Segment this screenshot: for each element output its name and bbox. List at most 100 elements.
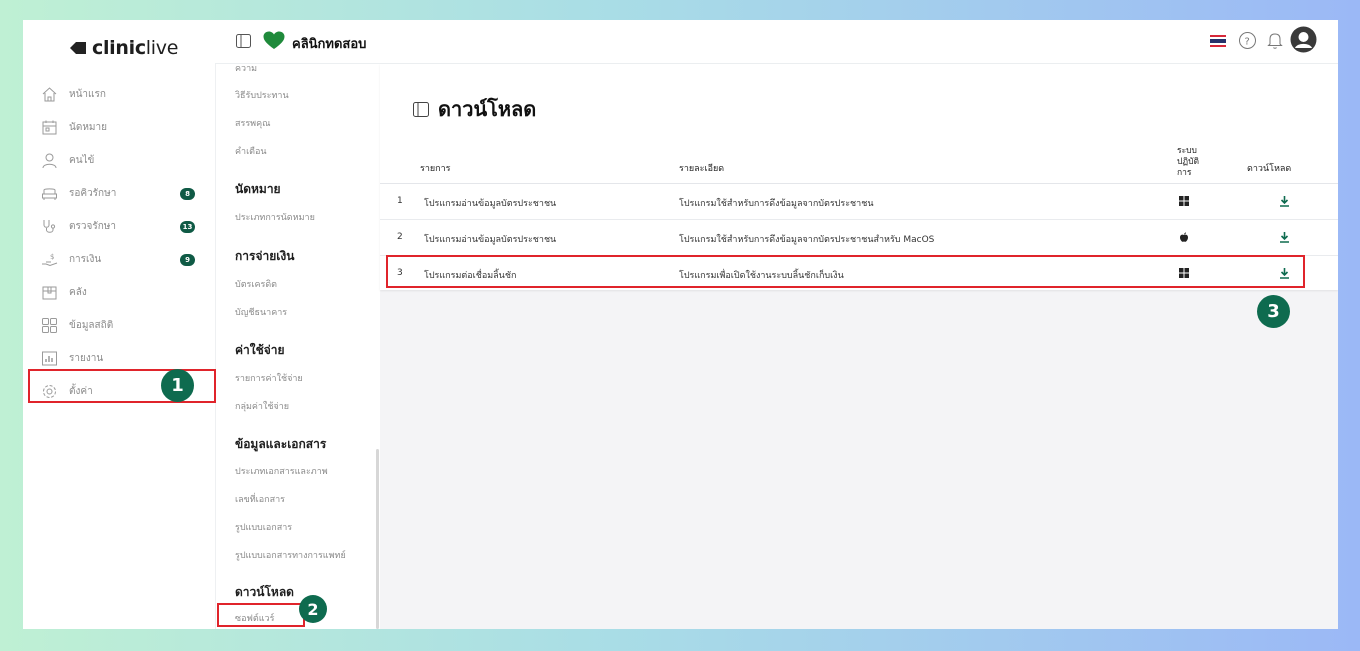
- sidebar-item-label: ตรวจรักษา: [69, 221, 116, 232]
- sofa-icon: [41, 185, 58, 202]
- sidebar-item-label: นัดหมาย: [69, 122, 107, 133]
- bar-chart-icon: [41, 350, 58, 367]
- sidebar-item-queue[interactable]: รอคิวรักษา 8: [23, 177, 215, 210]
- settings-item-software[interactable]: ซอฟต์แวร์: [235, 611, 274, 625]
- sidebar-item-inventory[interactable]: คลัง: [23, 276, 215, 309]
- calendar-icon: [41, 119, 58, 136]
- clinic-name[interactable]: คลินิกทดสอบ: [292, 33, 366, 54]
- stethoscope-icon: [41, 218, 58, 235]
- table-row: 1 โปรแกรมอ่านข้อมูลบัตรประชาชน โปรแกรมใช…: [380, 184, 1338, 220]
- settings-menu: ความ วิธีรับประทาน สรรพคุณ คำเตือน นัดหม…: [215, 64, 380, 629]
- logo-text-light: live: [145, 37, 179, 59]
- page-title: ดาวน์โหลด: [413, 93, 536, 125]
- sidebar-item-label: หน้าแรก: [69, 89, 106, 100]
- sidebar-item-label: รายงาน: [69, 353, 104, 364]
- sidebar-item-examination[interactable]: ตรวจรักษา 13: [23, 210, 215, 243]
- logo[interactable]: cliniclive: [70, 36, 178, 60]
- step-marker-3: 3: [1257, 295, 1290, 328]
- download-card: ดาวน์โหลด รายการ รายละเอียด ระบบ ปฏิบัติ…: [380, 64, 1338, 290]
- sidebar-item-home[interactable]: หน้าแรก: [23, 78, 215, 111]
- row-number: 1: [397, 196, 403, 206]
- svg-text:$: $: [50, 253, 54, 261]
- bell-icon[interactable]: [1266, 31, 1284, 50]
- settings-item-bank-account[interactable]: บัญชีธนาคาร: [235, 305, 287, 319]
- column-header-os: ระบบ ปฏิบัติ การ: [1177, 146, 1200, 178]
- sidebar-item-appointments[interactable]: นัดหมาย: [23, 111, 215, 144]
- sidebar: cliniclive หน้าแรก นัดหมาย คนไข้ รอคิวรั…: [23, 20, 215, 629]
- settings-item-document-templates[interactable]: รูปแบบเอกสาร: [235, 520, 292, 534]
- step-marker-1: 1: [161, 369, 194, 402]
- settings-heading-payment: การจ่ายเงิน: [235, 249, 295, 263]
- home-icon: [41, 86, 58, 103]
- download-icon[interactable]: [1279, 267, 1290, 279]
- sidebar-item-reports[interactable]: รายงาน: [23, 342, 215, 375]
- heart-logo-icon: [263, 31, 285, 49]
- settings-item-appointment-types[interactable]: ประเภทการนัดหมาย: [235, 210, 315, 224]
- settings-item-document-numbers[interactable]: เลขที่เอกสาร: [235, 492, 285, 506]
- sidebar-item-label: คลัง: [69, 287, 87, 298]
- logo-mark-icon: [70, 42, 86, 54]
- gear-icon: [41, 383, 58, 400]
- help-icon[interactable]: ?: [1238, 31, 1257, 50]
- sidebar-item-statistics[interactable]: ข้อมูลสถิติ: [23, 309, 215, 342]
- page-icon: [413, 101, 429, 117]
- download-icon[interactable]: [1279, 231, 1290, 243]
- settings-heading-download: ดาวน์โหลด: [235, 585, 294, 599]
- sidebar-item-label: คนไข้: [69, 155, 95, 166]
- settings-item-partial[interactable]: ความ: [235, 61, 257, 75]
- settings-item-expense-list[interactable]: รายการค่าใช้จ่าย: [235, 371, 303, 385]
- main-content: ดาวน์โหลด รายการ รายละเอียด ระบบ ปฏิบัติ…: [380, 64, 1338, 629]
- settings-item-properties[interactable]: สรรพคุณ: [235, 116, 270, 130]
- table-row: 3 โปรแกรมต่อเชื่อมลิ้นชัก โปรแกรมเพื่อเป…: [380, 256, 1338, 292]
- column-header-detail: รายละเอียด: [679, 164, 725, 174]
- page-title-text: ดาวน์โหลด: [438, 97, 537, 121]
- settings-item-warnings[interactable]: คำเตือน: [235, 144, 267, 158]
- apple-icon: [1180, 232, 1188, 242]
- row-detail: โปรแกรมใช้สำหรับการดึงข้อมูลจากบัตรประชา…: [679, 235, 935, 245]
- windows-icon: [1179, 196, 1189, 206]
- top-header: คลินิกทดสอบ ?: [215, 20, 1338, 64]
- sidebar-item-label: การเงิน: [69, 254, 102, 265]
- row-number: 2: [397, 232, 403, 242]
- box-icon: [41, 284, 58, 301]
- settings-item-document-types[interactable]: ประเภทเอกสารและภาพ: [235, 464, 328, 478]
- money-hand-icon: $: [41, 251, 58, 268]
- app-window: cliniclive หน้าแรก นัดหมาย คนไข้ รอคิวรั…: [23, 20, 1338, 629]
- settings-item-medical-templates[interactable]: รูปแบบเอกสารทางการแพทย์: [235, 548, 346, 562]
- sidebar-toggle-icon[interactable]: [236, 34, 251, 48]
- sidebar-item-finance[interactable]: $ การเงิน 9: [23, 243, 215, 276]
- user-icon: [41, 152, 58, 169]
- settings-heading-appointment: นัดหมาย: [235, 182, 281, 196]
- settings-heading-expense: ค่าใช้จ่าย: [235, 343, 285, 357]
- grid-icon: [41, 317, 58, 334]
- svg-text:?: ?: [1245, 37, 1250, 48]
- logo-text-bold: clinic: [92, 37, 146, 59]
- settings-menu-scrollbar[interactable]: [376, 449, 379, 629]
- thai-flag-icon[interactable]: [1210, 35, 1226, 47]
- sidebar-item-label: ข้อมูลสถิติ: [69, 320, 114, 331]
- column-header-item: รายการ: [420, 164, 451, 174]
- queue-count-badge: 8: [180, 187, 195, 200]
- row-name: โปรแกรมต่อเชื่อมลิ้นชัก: [424, 271, 517, 281]
- examination-count-badge: 13: [180, 220, 195, 233]
- download-icon[interactable]: [1279, 195, 1290, 207]
- row-detail: โปรแกรมเพื่อเปิดใช้งานระบบลิ้นชักเก็บเงิ…: [679, 271, 844, 281]
- settings-item-dosage[interactable]: วิธีรับประทาน: [235, 88, 289, 102]
- finance-count-badge: 9: [180, 253, 195, 266]
- table-row: 2 โปรแกรมอ่านข้อมูลบัตรประชาชน โปรแกรมใช…: [380, 220, 1338, 256]
- row-number: 3: [397, 268, 403, 278]
- sidebar-item-label: รอคิวรักษา: [69, 188, 117, 199]
- sidebar-item-label: ตั้งค่า: [69, 386, 93, 397]
- sidebar-nav: หน้าแรก นัดหมาย คนไข้ รอคิวรักษา 8 ตรวจร…: [23, 78, 215, 408]
- sidebar-item-patients[interactable]: คนไข้: [23, 144, 215, 177]
- avatar-icon[interactable]: [1290, 26, 1317, 53]
- settings-item-credit-card[interactable]: บัตรเครดิต: [235, 277, 277, 291]
- table-header: รายการ รายละเอียด ระบบ ปฏิบัติ การ ดาวน์…: [380, 144, 1338, 184]
- settings-heading-documents: ข้อมูลและเอกสาร: [235, 437, 327, 451]
- step-marker-2: 2: [299, 595, 327, 623]
- windows-icon: [1179, 268, 1189, 278]
- row-name: โปรแกรมอ่านข้อมูลบัตรประชาชน: [424, 199, 557, 209]
- column-header-download: ดาวน์โหลด: [1247, 164, 1292, 174]
- row-name: โปรแกรมอ่านข้อมูลบัตรประชาชน: [424, 235, 557, 245]
- settings-item-expense-groups[interactable]: กลุ่มค่าใช้จ่าย: [235, 399, 289, 413]
